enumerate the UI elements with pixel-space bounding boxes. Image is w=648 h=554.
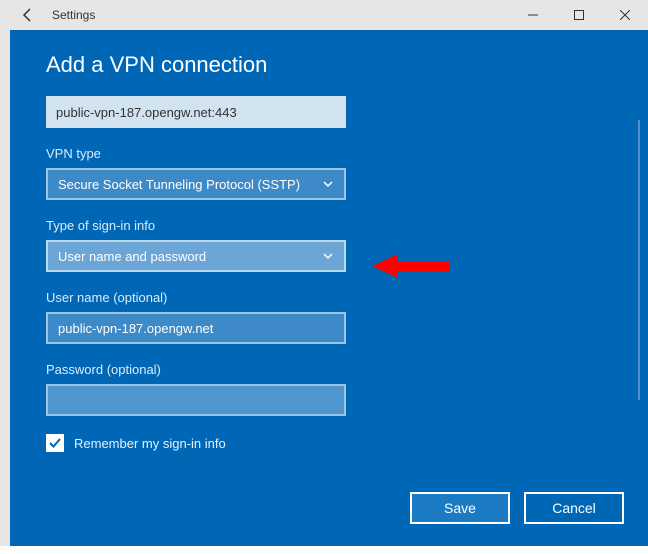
dialog-surface: Add a VPN connection VPN type Secure Soc… <box>10 30 648 546</box>
username-input[interactable] <box>46 312 346 344</box>
window-controls <box>510 0 648 30</box>
username-block: User name (optional) <box>46 290 612 344</box>
footer-strip <box>0 546 648 554</box>
vpn-type-label: VPN type <box>46 146 612 161</box>
cancel-button[interactable]: Cancel <box>524 492 624 524</box>
vpn-type-dropdown[interactable]: Secure Socket Tunneling Protocol (SSTP) <box>46 168 346 200</box>
server-address-input[interactable] <box>46 96 346 128</box>
signin-type-block: Type of sign-in info User name and passw… <box>46 218 612 272</box>
password-label: Password (optional) <box>46 362 612 377</box>
scrollbar[interactable] <box>638 120 640 400</box>
signin-type-label: Type of sign-in info <box>46 218 612 233</box>
maximize-icon <box>574 10 584 20</box>
vpn-type-value: Secure Socket Tunneling Protocol (SSTP) <box>58 177 300 192</box>
remember-checkbox[interactable] <box>46 434 64 452</box>
chevron-down-icon <box>322 250 334 262</box>
close-button[interactable] <box>602 0 648 30</box>
signin-type-dropdown[interactable]: User name and password <box>46 240 346 272</box>
password-block: Password (optional) <box>46 362 612 416</box>
signin-type-value: User name and password <box>58 249 206 264</box>
chevron-down-icon <box>322 178 334 190</box>
remember-label: Remember my sign-in info <box>74 436 226 451</box>
dialog-heading: Add a VPN connection <box>46 52 612 78</box>
remember-row: Remember my sign-in info <box>46 434 612 452</box>
minimize-button[interactable] <box>510 0 556 30</box>
window-title: Settings <box>52 8 95 22</box>
maximize-button[interactable] <box>556 0 602 30</box>
server-field-block <box>46 96 612 128</box>
minimize-icon <box>528 10 538 20</box>
back-button[interactable] <box>8 0 48 30</box>
dialog-buttons: Save Cancel <box>410 492 624 524</box>
username-label: User name (optional) <box>46 290 612 305</box>
settings-window: Settings Add a VPN connection VPN type S… <box>0 0 648 554</box>
check-icon <box>48 436 62 450</box>
password-input[interactable] <box>46 384 346 416</box>
save-button[interactable]: Save <box>410 492 510 524</box>
close-icon <box>620 10 630 20</box>
vpn-type-block: VPN type Secure Socket Tunneling Protoco… <box>46 146 612 200</box>
arrow-left-icon <box>20 7 36 23</box>
dialog-content: Add a VPN connection VPN type Secure Soc… <box>10 30 648 546</box>
titlebar: Settings <box>0 0 648 30</box>
